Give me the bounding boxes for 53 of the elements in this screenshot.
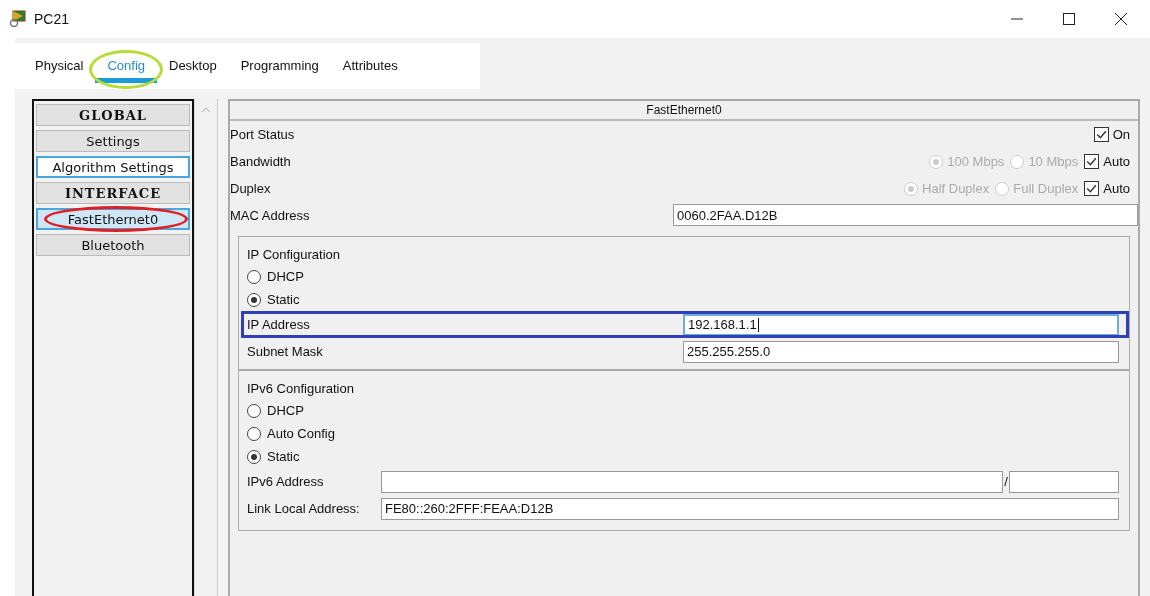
scrollbar[interactable] — [194, 99, 218, 596]
radio-label: DHCP — [267, 269, 304, 284]
sidebar-item[interactable]: Bluetooth — [36, 234, 190, 256]
input-field[interactable]: 192.168.1.1 — [683, 313, 1119, 336]
checkbox-label: On — [1112, 127, 1130, 142]
panel-title: FastEthernet0 — [230, 101, 1138, 121]
radio-label: DHCP — [267, 403, 304, 418]
field-label: Bandwidth — [230, 154, 291, 169]
tab[interactable]: Attributes — [330, 49, 410, 83]
checkbox-label: Auto — [1103, 181, 1130, 196]
close-icon[interactable] — [1114, 12, 1128, 26]
radio-label: Auto Config — [267, 426, 335, 441]
sidebar-header[interactable]: GLOBAL — [36, 104, 190, 126]
pc-icon — [8, 10, 28, 28]
input-field[interactable]: 255.255.255.0 — [683, 340, 1119, 363]
prefix-separator: / — [1003, 474, 1009, 489]
input-field[interactable]: FE80::260:2FFF:FEAA:D12B — [381, 497, 1119, 520]
field-label: IP Address — [247, 317, 311, 332]
radio-button[interactable] — [247, 449, 261, 464]
maximize-icon[interactable] — [1062, 12, 1076, 26]
radio-label: 10 Mbps — [1028, 154, 1079, 169]
checkbox-label: Auto — [1103, 154, 1130, 169]
tab[interactable]: Physical — [23, 49, 96, 83]
mac-address-field[interactable]: 0060.2FAA.D12B — [673, 204, 1138, 226]
sidebar-header[interactable]: INTERFACE — [36, 182, 190, 204]
section-title: IPv6 Configuration — [247, 380, 355, 398]
sidebar-item[interactable]: Algorithm Settings — [36, 156, 190, 178]
section-title: IP Configuration — [247, 246, 341, 264]
field-label: IPv6 Address — [247, 474, 325, 489]
input-field[interactable] — [381, 470, 1003, 493]
radio-label: Full Duplex — [1013, 181, 1079, 196]
field-label: MAC Address — [230, 207, 311, 223]
sidebar-item[interactable]: Settings — [36, 130, 190, 152]
checkbox[interactable] — [1084, 181, 1100, 196]
tab[interactable]: Desktop — [157, 49, 229, 83]
radio-button[interactable] — [247, 292, 261, 307]
radio-label: 100 Mbps — [947, 154, 1005, 169]
tab[interactable]: Programming — [228, 49, 331, 83]
tab[interactable]: Config — [95, 49, 157, 83]
prefix-field[interactable] — [1009, 470, 1119, 493]
radio-label: Static — [267, 292, 300, 307]
checkbox[interactable] — [1093, 127, 1109, 142]
radio-button[interactable] — [247, 403, 261, 418]
field-label: Port Status — [230, 127, 295, 142]
radio-label: Half Duplex — [922, 181, 990, 196]
field-label: Duplex — [230, 181, 271, 196]
checkbox[interactable] — [1084, 154, 1100, 169]
window-title: PC21 — [34, 11, 70, 27]
radio-button[interactable] — [247, 269, 261, 284]
field-label: Link Local Address: — [247, 501, 361, 516]
field-label: Subnet Mask — [247, 344, 324, 359]
radio-button[interactable] — [247, 426, 261, 441]
radio-label: Static — [267, 449, 300, 464]
